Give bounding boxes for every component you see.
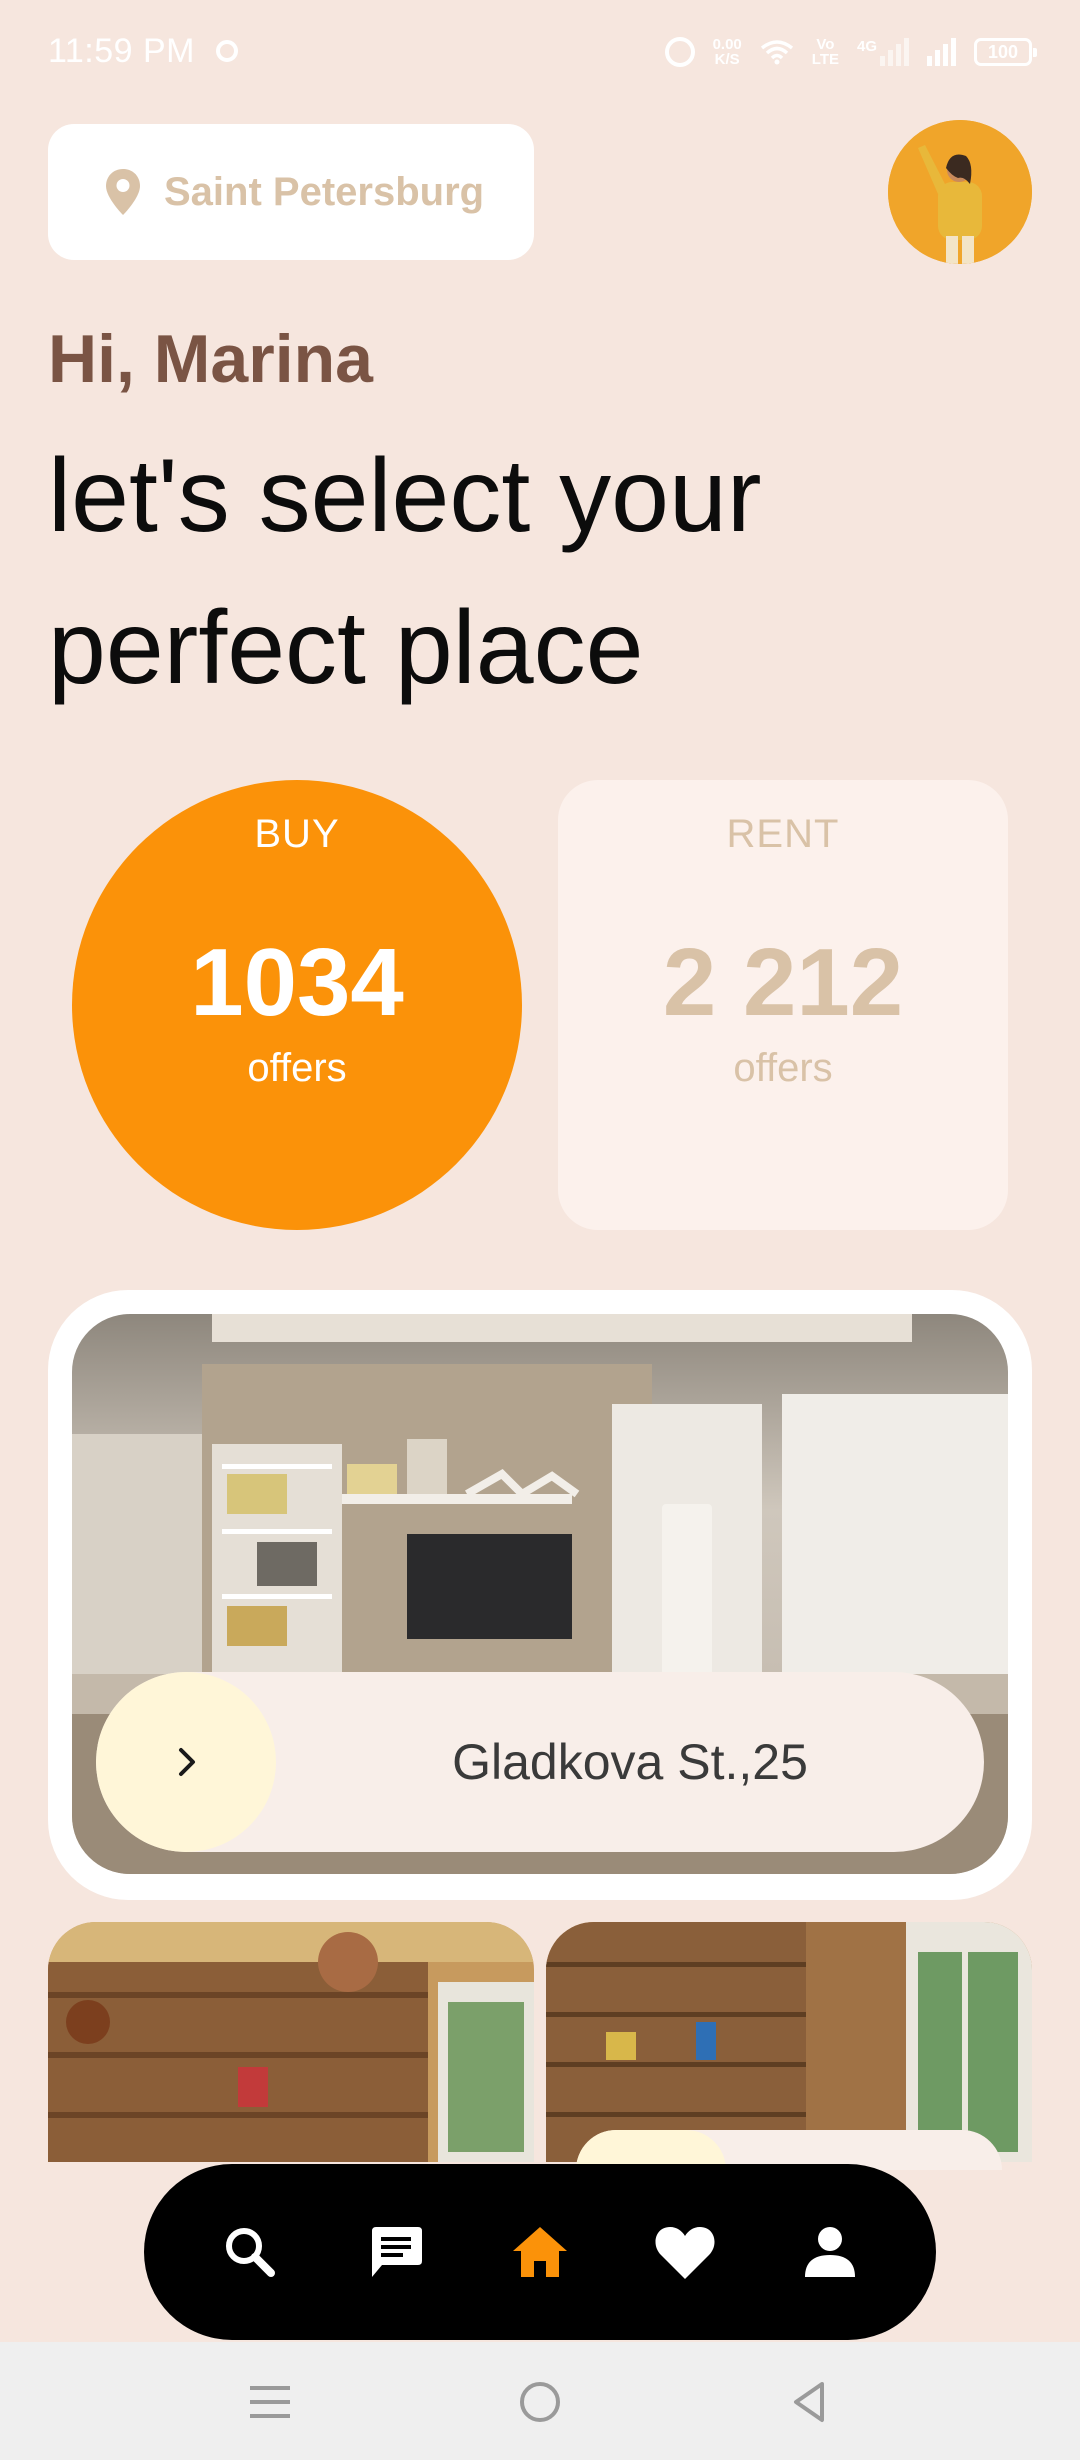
heart-icon	[655, 2227, 715, 2279]
nav-profile[interactable]	[780, 2202, 880, 2302]
shelf-photo-1	[48, 1922, 534, 2162]
buy-count: 1034	[190, 929, 404, 1036]
network-4g: 4G	[857, 38, 909, 66]
buy-offers-card[interactable]: BUY 1034 offers	[72, 780, 522, 1230]
network-speed-value: 0.00	[712, 36, 742, 53]
avatar-photo	[888, 120, 1032, 264]
chat-icon	[372, 2227, 423, 2277]
menu-icon	[250, 2386, 290, 2418]
greeting: Hi, Marina	[48, 321, 373, 397]
property-thumbnail-2[interactable]	[546, 1922, 1032, 2162]
volte-bottom: LTE	[811, 51, 839, 68]
page-title: let's select your perfect place	[48, 438, 762, 706]
system-navigation-bar	[0, 2342, 1080, 2460]
nav-search[interactable]	[200, 2202, 300, 2302]
network-speed: 0.00 K/S	[713, 37, 742, 67]
alarm-icon	[664, 37, 695, 67]
buy-label: BUY	[254, 812, 340, 856]
status-time: 11:59 PM	[48, 32, 196, 70]
signal-icon-1	[880, 38, 909, 66]
location-label: Saint Petersburg	[164, 169, 485, 214]
person-icon	[804, 2227, 855, 2277]
rent-label: RENT	[726, 812, 840, 856]
nav-messages[interactable]	[345, 2202, 445, 2302]
notification-dot-icon	[216, 40, 238, 62]
buy-unit: offers	[247, 1046, 347, 1090]
home-icon	[512, 2227, 567, 2277]
nav-home[interactable]	[490, 2202, 590, 2302]
back-triangle-icon	[794, 2382, 824, 2422]
back-button[interactable]	[780, 2372, 840, 2432]
open-property-button[interactable]	[96, 1672, 276, 1852]
rent-offers-card[interactable]: RENT 2 212 offers	[558, 780, 1008, 1230]
battery-icon: 100	[974, 38, 1037, 66]
bottom-navigation	[144, 2164, 936, 2340]
nav-favorites[interactable]	[635, 2202, 735, 2302]
volte-indicator: Vo LTE	[812, 37, 839, 67]
network-speed-unit: K/S	[714, 51, 740, 68]
search-icon	[226, 2228, 276, 2277]
home-system-button[interactable]	[510, 2372, 570, 2432]
rent-unit: offers	[733, 1046, 833, 1090]
chevron-right-icon	[179, 1748, 195, 1776]
map-pin-icon	[106, 169, 140, 215]
status-indicators: 0.00 K/S Vo LTE 4G 100	[664, 32, 1037, 72]
property-thumbnail-1[interactable]	[48, 1922, 534, 2162]
location-selector[interactable]: Saint Petersburg	[48, 124, 534, 260]
network-type: 4G	[856, 38, 877, 55]
shelf-photo-2	[546, 1922, 1032, 2162]
volte-top: Vo	[816, 36, 835, 53]
recent-apps-button[interactable]	[240, 2372, 300, 2432]
avatar[interactable]	[888, 120, 1032, 264]
wifi-icon	[760, 40, 793, 65]
rent-count: 2 212	[662, 929, 904, 1036]
signal-icon-2	[927, 38, 956, 66]
circle-icon	[520, 2382, 560, 2422]
property-address: Gladkova St.,25	[452, 1734, 808, 1790]
